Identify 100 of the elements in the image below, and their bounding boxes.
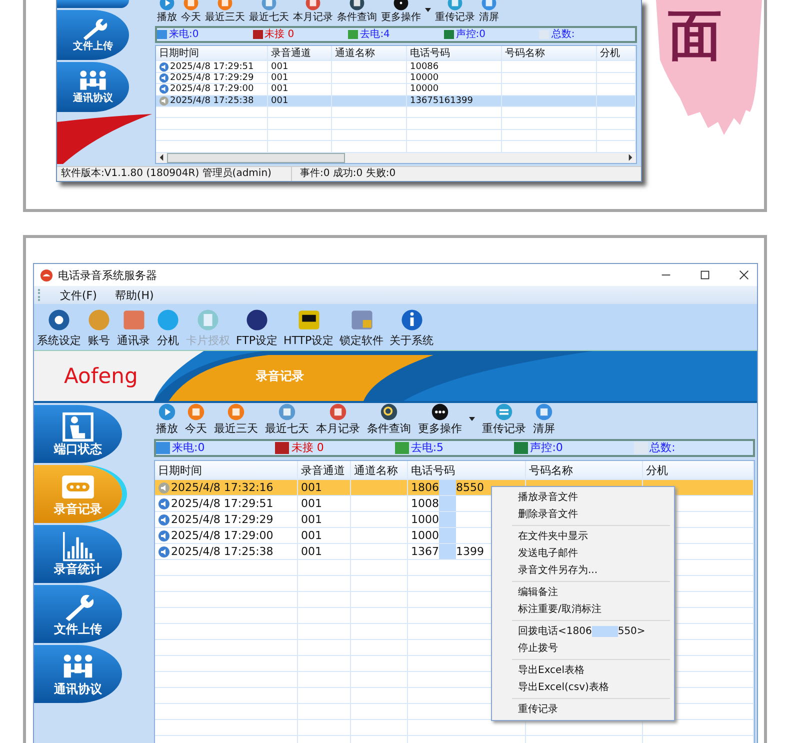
toolbar-button[interactable]: 条件查询 — [367, 403, 411, 435]
caret-icon[interactable] — [469, 417, 475, 421]
close-icon[interactable] — [739, 270, 749, 280]
toolbar-button[interactable]: 本月记录 — [293, 1, 333, 24]
sidebar-button[interactable]: 端口状态 — [34, 405, 122, 463]
menu-item[interactable]: 导出Excel表格 — [492, 662, 674, 679]
stat-icon — [275, 442, 290, 454]
toolbar-button[interactable]: 本月记录 — [316, 403, 360, 435]
stat-icon — [348, 30, 358, 40]
menu-item[interactable]: 编辑备注 — [492, 584, 674, 601]
horizontal-scrollbar[interactable] — [156, 152, 636, 163]
toolbar-button[interactable]: 重传记录 — [482, 403, 526, 435]
toolbar-button[interactable]: 清屏 — [533, 403, 555, 435]
table-cell: 1000 — [411, 529, 439, 542]
scroll-right-icon[interactable] — [628, 154, 633, 162]
toolbar-icon — [431, 403, 449, 421]
table-cell: 10000 — [410, 73, 439, 84]
toolbar-button[interactable]: 最近三天 — [214, 403, 258, 435]
table-cell: 2025/4/8 17:29:29 — [171, 513, 274, 526]
menu-item[interactable]: 发送电子邮件 — [492, 545, 674, 562]
column-header[interactable]: 号码名称 — [502, 46, 597, 60]
toolbar-button[interactable]: 关于系统 — [390, 308, 434, 348]
toolbar-button[interactable]: 通讯录 — [117, 308, 150, 348]
sidebar-button[interactable]: 文件上传 — [34, 585, 122, 643]
table-cell: 1399 — [456, 545, 484, 558]
toolbar-button[interactable]: 分机 — [156, 308, 180, 348]
menu-item[interactable]: 录音文件另存为... — [492, 562, 674, 579]
menu-item[interactable]: 文件(F) — [60, 288, 97, 302]
scroll-left-icon[interactable] — [159, 154, 164, 162]
column-header[interactable]: 日期时间 — [155, 461, 298, 479]
toolbar-button[interactable]: 清屏 — [479, 1, 499, 24]
column-header[interactable]: 分机 — [597, 46, 636, 60]
column-header[interactable]: 通道名称 — [351, 461, 408, 479]
table-cell: 10000 — [410, 84, 439, 94]
menu-item[interactable]: 帮助(H) — [114, 288, 154, 302]
maximize-icon[interactable] — [700, 270, 710, 280]
toolbar-button[interactable]: 重传记录 — [435, 1, 475, 24]
table-row[interactable]: 2025/4/8 17:29:29 001 10000 — [156, 72, 636, 84]
stat-label: 来电:0 — [172, 441, 205, 455]
toolbar-button[interactable]: 更多操作 — [418, 403, 462, 435]
column-header[interactable]: 录音通道 — [268, 46, 332, 60]
toolbar-button[interactable]: HTTP设定 — [284, 308, 334, 348]
toolbar-icon — [227, 403, 245, 421]
column-header[interactable]: 电话号码 — [407, 46, 502, 60]
toolbar-button[interactable]: FTP设定 — [236, 308, 278, 348]
table-row[interactable]: 2025/4/8 17:29:51 001 10086 — [156, 61, 636, 73]
table-cell: 1000 — [411, 513, 439, 526]
toolbar-icon — [329, 403, 347, 421]
sidebar-button[interactable] — [57, 0, 129, 8]
toolbar-button[interactable]: 系统设定 — [37, 308, 81, 348]
stat-label: 来电:0 — [169, 28, 199, 42]
column-header[interactable]: 分机 — [643, 461, 754, 479]
stat-label: 总数: — [650, 441, 676, 455]
menu-item[interactable]: 重传记录 — [492, 701, 674, 718]
sidebar-button[interactable]: 通讯协议 — [34, 645, 122, 703]
table-cell: 001 — [271, 84, 288, 94]
table-row[interactable]: 2025/4/8 17:25:38 001 13675161399 — [156, 96, 636, 107]
toolbar-button[interactable]: 最近七天 — [265, 403, 309, 435]
sidebar-button[interactable]: 通讯协议 — [57, 62, 129, 112]
toolbar-button[interactable]: 最近三天 — [205, 1, 245, 24]
table-cell: 1008 — [411, 497, 439, 510]
stat-icon — [157, 30, 167, 40]
toolbar-button[interactable]: 最近七天 — [249, 1, 289, 24]
window-title: 电话录音系统服务器 — [58, 268, 157, 282]
table-cell: 001 — [301, 481, 322, 494]
menu-item[interactable]: 回拨电话<1806 550> — [492, 623, 674, 640]
column-header[interactable]: 号码名称 — [526, 461, 643, 479]
toolbar-button[interactable]: 今天 — [181, 1, 201, 24]
toolbar-button[interactable]: 播放 — [157, 1, 177, 24]
toolbar-icon — [87, 308, 111, 332]
stat-icon — [156, 442, 170, 454]
column-header[interactable]: 日期时间 — [156, 46, 268, 60]
menu-item[interactable]: 标注重要/取消标注 — [492, 601, 674, 618]
toolbar-button[interactable]: 播放 — [156, 403, 178, 435]
toolbar-button[interactable]: 更多操作 — [381, 1, 421, 24]
menu-item[interactable]: 停止拨号 — [492, 640, 674, 657]
table-cell: 2025/4/8 17:25:38 — [171, 545, 274, 558]
caret-icon[interactable] — [425, 8, 431, 12]
column-header[interactable]: 通道名称 — [332, 46, 407, 60]
toolbar-button[interactable]: 锁定软件 — [340, 308, 384, 348]
speaker-icon — [159, 62, 169, 72]
toolbar-icon — [349, 0, 365, 12]
column-header[interactable]: 录音通道 — [298, 461, 351, 479]
column-header[interactable]: 电话号码 — [408, 461, 526, 479]
toolbar-button[interactable]: 条件查询 — [337, 1, 377, 24]
menu-item[interactable]: 导出Excel(csv)表格 — [492, 679, 674, 696]
scroll-thumb[interactable] — [167, 152, 345, 163]
menu-item[interactable]: 在文件夹中显示 — [492, 528, 674, 545]
stat-label: 去电:5 — [410, 441, 444, 455]
toolbar-button[interactable]: 今天 — [185, 403, 207, 435]
table-cell: 001 — [301, 513, 322, 526]
toolbar-icon — [196, 308, 220, 332]
sidebar-button[interactable]: 文件上传 — [57, 10, 129, 60]
table-cell: 001 — [301, 545, 322, 558]
stat-icon — [634, 442, 648, 454]
table-cell: 8550 — [456, 481, 484, 494]
table-cell: 2025/4/8 17:29:00 — [170, 84, 254, 94]
sidebar-button[interactable]: 录音统计 — [34, 525, 122, 583]
toolbar-button[interactable]: 账号 — [87, 308, 111, 348]
stat-icon — [444, 30, 454, 40]
